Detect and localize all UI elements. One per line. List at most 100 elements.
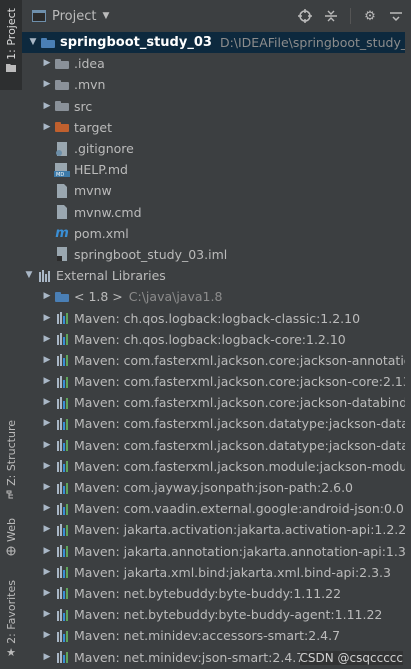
file-icon	[54, 205, 70, 220]
chevron-right-icon[interactable]: ▶	[40, 456, 54, 477]
chevron-right-icon[interactable]: ▶	[40, 329, 54, 350]
library-row[interactable]: ▶ Maven: com.jayway.jsonpath:json-path:2.…	[22, 477, 411, 498]
maven-library-icon	[54, 650, 70, 664]
tree-item-row[interactable]: ▶ .mvn	[22, 74, 411, 95]
chevron-right-icon[interactable]: ▶	[40, 519, 54, 540]
locate-icon[interactable]	[298, 9, 312, 23]
chevron-right-icon[interactable]: ▶	[40, 53, 54, 74]
iml-icon	[54, 247, 70, 262]
maven-library-icon	[54, 565, 70, 579]
chevron-down-icon[interactable]: ▼	[22, 265, 36, 286]
tree-item-row[interactable]: ▶mvnw	[22, 180, 411, 201]
library-row[interactable]: ▶ Maven: com.fasterxml.jackson.core:jacks…	[22, 392, 411, 413]
chevron-down-icon[interactable]: ▼	[26, 32, 40, 53]
tree-item-row[interactable]: ▶mvnw.cmd	[22, 202, 411, 223]
chevron-right-icon[interactable]: ▶	[40, 625, 54, 646]
project-panel: Project ▼ ⚙ ▼ springboot_study_03 D:\IDE…	[22, 0, 411, 669]
chevron-right-icon[interactable]: ▶	[40, 498, 54, 519]
chevron-right-icon[interactable]: ▶	[40, 74, 54, 95]
library-row[interactable]: ▶ Maven: com.vaadin.external.google:andro…	[22, 498, 411, 519]
library-row[interactable]: ▶ Maven: jakarta.annotation:jakarta.annot…	[22, 541, 411, 562]
structure-tool-tab[interactable]: Z: Structure	[0, 420, 22, 530]
tree-item-row[interactable]: ▶ src	[22, 96, 411, 117]
tree-item-label: mvnw	[74, 183, 112, 199]
library-row[interactable]: ▶ Maven: net.bytebuddy:byte-buddy-agent:1…	[22, 604, 411, 625]
chevron-right-icon[interactable]: ▶	[40, 562, 54, 583]
tree-item-row[interactable]: ▶MDHELP.md	[22, 159, 411, 180]
collapse-icon[interactable]	[324, 9, 338, 23]
library-row[interactable]: ▶ Maven: ch.qos.logback:logback-classic:1…	[22, 307, 411, 328]
chevron-right-icon[interactable]: ▶	[40, 286, 54, 307]
tree-root-row[interactable]: ▼ springboot_study_03 D:\IDEAFile\spring…	[22, 32, 411, 54]
library-label: Maven: ch.qos.logback:logback-core:1.2.1…	[74, 331, 346, 347]
chevron-right-icon[interactable]: ▶	[40, 96, 54, 117]
tree-item-row[interactable]: ▶.gitignore	[22, 138, 411, 159]
library-row[interactable]: ▶ Maven: jakarta.activation:jakarta.activ…	[22, 519, 411, 540]
chevron-right-icon[interactable]: ▶	[40, 308, 54, 329]
favorites-tool-tab[interactable]: 2: Favorites ★	[0, 580, 22, 665]
toolbar-divider	[350, 8, 351, 24]
web-tab-label: Web	[4, 518, 18, 542]
globe-icon	[6, 546, 16, 556]
chevron-right-icon[interactable]: ▶	[40, 477, 54, 498]
chevron-right-icon[interactable]: ▶	[40, 541, 54, 562]
chevron-right-icon[interactable]: ▶	[40, 583, 54, 604]
maven-library-icon	[54, 332, 70, 346]
chevron-right-icon[interactable]: ▶	[40, 647, 54, 668]
web-tool-tab[interactable]: Web	[0, 518, 22, 568]
jdk-label: < 1.8 >	[74, 289, 123, 305]
chevron-right-icon[interactable]: ▶	[40, 350, 54, 371]
chevron-right-icon[interactable]: ▶	[40, 435, 54, 456]
tree-item-label: .mvn	[74, 77, 106, 93]
file-icon	[54, 183, 70, 198]
chevron-right-icon[interactable]: ▶	[40, 392, 54, 413]
chevron-right-icon[interactable]: ▶	[40, 413, 54, 434]
chevron-down-icon[interactable]: ▼	[102, 11, 109, 21]
gear-icon[interactable]: ⚙	[363, 9, 377, 24]
watermark: CSDN @csqccccc	[299, 651, 403, 665]
library-row[interactable]: ▶ Maven: net.bytebuddy:byte-buddy:1.11.22	[22, 583, 411, 604]
maven-library-icon	[54, 608, 70, 622]
folder-icon	[6, 63, 16, 72]
project-tool-tab[interactable]: 1: Project	[0, 0, 22, 90]
star-icon: ★	[6, 645, 16, 659]
jdk-row[interactable]: ▶ < 1.8 > C:\java\java1.8	[22, 286, 411, 307]
hide-icon[interactable]	[389, 9, 403, 23]
maven-library-icon	[54, 375, 70, 389]
library-label: Maven: net.minidev:accessors-smart:2.4.7	[74, 628, 341, 644]
library-label: Maven: com.fasterxml.jackson.core:jackso…	[74, 352, 411, 368]
project-tab-label: 1: Project	[4, 8, 18, 60]
library-row[interactable]: ▶ Maven: com.fasterxml.jackson.module:jac…	[22, 456, 411, 477]
maven-library-icon	[54, 396, 70, 410]
chevron-right-icon[interactable]: ▶	[40, 371, 54, 392]
scrollbar[interactable]	[405, 32, 411, 669]
library-row[interactable]: ▶ Maven: com.fasterxml.jackson.datatype:j…	[22, 435, 411, 456]
maven-library-icon	[54, 311, 70, 325]
tree-item-row[interactable]: ▶mpom.xml	[22, 223, 411, 244]
tree-item-row[interactable]: ▶ .idea	[22, 53, 411, 74]
svg-text:MD: MD	[56, 172, 64, 177]
library-row[interactable]: ▶ Maven: jakarta.xml.bind:jakarta.xml.bin…	[22, 562, 411, 583]
maven-library-icon	[54, 544, 70, 558]
chevron-right-icon[interactable]: ▶	[40, 604, 54, 625]
tree-item-row[interactable]: ▶ target	[22, 117, 411, 138]
tool-window-stripe: 1: Project Z: Structure Web 2: Favorites…	[0, 0, 23, 669]
tree-item-row[interactable]: ▶springboot_study_03.iml	[22, 244, 411, 265]
maven-library-icon	[54, 353, 70, 367]
library-row[interactable]: ▶ Maven: ch.qos.logback:logback-core:1.2.…	[22, 329, 411, 350]
external-libraries-row[interactable]: ▼ External Libraries	[22, 265, 411, 286]
gitignore-icon	[54, 141, 70, 156]
folder-icon	[54, 99, 70, 113]
folder-orange-icon	[54, 120, 70, 134]
maven-library-icon	[54, 459, 70, 473]
library-row[interactable]: ▶ Maven: net.minidev:accessors-smart:2.4.…	[22, 625, 411, 646]
maven-library-icon	[54, 481, 70, 495]
chevron-right-icon[interactable]: ▶	[40, 117, 54, 138]
library-label: Maven: jakarta.activation:jakarta.activa…	[74, 522, 407, 538]
library-row[interactable]: ▶ Maven: com.fasterxml.jackson.core:jacks…	[22, 350, 411, 371]
maven-library-icon	[54, 586, 70, 600]
project-view-title[interactable]: Project	[52, 9, 96, 24]
library-row[interactable]: ▶ Maven: com.fasterxml.jackson.datatype:j…	[22, 413, 411, 434]
library-row[interactable]: ▶ Maven: com.fasterxml.jackson.core:jacks…	[22, 371, 411, 392]
project-icon	[32, 10, 46, 22]
